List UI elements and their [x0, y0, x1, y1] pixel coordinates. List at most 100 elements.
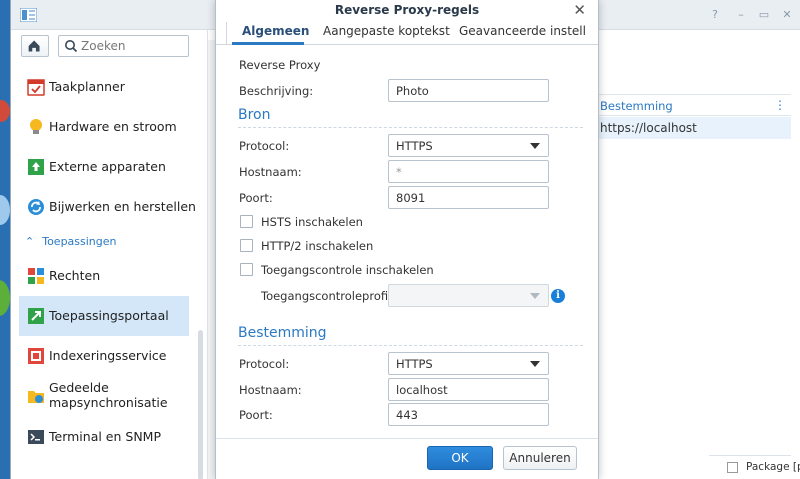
sidebar-item-label: Externe apparaten: [49, 159, 166, 174]
sidebar-item-taakplanner[interactable]: Taakplanner: [19, 67, 189, 107]
destination-cell: https://localhost: [600, 121, 697, 135]
dropdown-arrow-icon: [530, 143, 540, 149]
chevron-up-icon: ⌃: [25, 235, 35, 248]
tab-divider: [226, 22, 227, 44]
help-icon[interactable]: ?: [708, 9, 722, 21]
destination-port-input[interactable]: 443: [388, 403, 549, 426]
hsts-label: HSTS inschakelen: [261, 215, 363, 229]
search-field[interactable]: [58, 35, 189, 57]
desktop-icon: [0, 100, 10, 122]
sidebar-item-hardware[interactable]: Hardware en stroom: [19, 107, 189, 147]
ok-button[interactable]: OK: [427, 446, 493, 470]
refresh-icon: [28, 199, 44, 215]
lightbulb-icon: [30, 119, 42, 134]
table-row[interactable]: https://localhost: [588, 117, 791, 139]
description-input[interactable]: Photo: [388, 79, 549, 102]
dialog-close-icon[interactable]: ✕: [573, 2, 586, 18]
minimize-icon[interactable]: –: [734, 9, 748, 21]
sidebar-item-application-portal[interactable]: Toepassingsportaal: [19, 296, 189, 336]
sidebar-item-label: Bijwerken en herstellen: [49, 199, 196, 214]
terminal-icon: [28, 430, 44, 444]
desktop-icon: [0, 280, 10, 316]
description-label: Beschrijving:: [239, 84, 314, 98]
source-section-title: Bron: [238, 107, 271, 123]
upload-device-icon: [28, 159, 44, 175]
info-icon[interactable]: i: [551, 289, 565, 303]
folder-sync-icon: [28, 391, 44, 403]
destination-hostname-value: localhost: [396, 383, 448, 397]
tab-advanced-settings[interactable]: Geavanceerde instellingen: [459, 24, 585, 38]
destination-port-value: 443: [396, 408, 418, 422]
home-button[interactable]: [21, 35, 49, 57]
tab-custom-header[interactable]: Aangepaste koptekst: [323, 24, 450, 38]
http2-label: HTTP/2 inschakelen: [261, 239, 374, 253]
sidebar-item-label: Gedeelde mapsynchronisatie: [49, 380, 168, 410]
dropdown-arrow-icon: [530, 361, 540, 367]
section-divider: [238, 345, 583, 346]
source-protocol-value: HTTPS: [396, 139, 433, 153]
sidebar-scrollbar[interactable]: [198, 330, 203, 479]
column-menu-icon[interactable]: ⋮: [774, 98, 786, 112]
sidebar-item-label: Hardware en stroom: [49, 119, 177, 134]
destination-protocol-select[interactable]: HTTPS: [388, 352, 549, 375]
source-hostname-value: *: [396, 165, 402, 179]
dropdown-arrow-icon: [530, 293, 540, 299]
cancel-button[interactable]: Annuleren: [503, 446, 577, 470]
desktop-icon: [0, 195, 10, 225]
source-hostname-label: Hostnaam:: [239, 165, 302, 179]
sidebar-item-external-devices[interactable]: Externe apparaten: [19, 147, 189, 187]
tab-general[interactable]: Algemeen: [242, 24, 309, 38]
sidebar-item-label: Taakplanner: [49, 79, 125, 94]
package-row: Package [pl: [709, 455, 800, 479]
search-icon: [65, 40, 78, 53]
column-label: Bestemming: [600, 99, 673, 113]
package-checkbox[interactable]: [727, 462, 738, 473]
control-panel-app-icon: [20, 8, 37, 22]
search-input[interactable]: [81, 38, 186, 54]
indexing-icon: [28, 348, 44, 364]
maximize-icon[interactable]: ▭: [757, 9, 771, 21]
portal-arrow-icon: [28, 308, 44, 324]
dialog-title: Reverse Proxy-regels: [334, 3, 480, 17]
close-icon[interactable]: ✕: [780, 9, 794, 21]
access-control-label: Toegangscontrole inschakelen: [261, 263, 434, 277]
source-protocol-select[interactable]: HTTPS: [388, 134, 549, 157]
destination-protocol-value: HTTPS: [396, 357, 433, 371]
destination-hostname-input[interactable]: localhost: [388, 378, 549, 401]
package-label: Package [pl: [746, 461, 800, 473]
sidebar-item-label: Terminal en SNMP: [49, 429, 161, 444]
sidebar-item-label: Indexeringsservice: [49, 348, 167, 363]
sidebar-item-terminal-snmp[interactable]: Terminal en SNMP: [19, 417, 189, 457]
home-icon: [28, 40, 40, 52]
sidebar: Taakplanner Hardware en stroom Externe a…: [11, 30, 208, 479]
sidebar-item-shared-folder-sync[interactable]: Gedeelde mapsynchronisatie: [19, 376, 189, 416]
section-label: Toepassingen: [42, 235, 117, 248]
http2-checkbox[interactable]: [240, 239, 253, 252]
dialog-tabs: Algemeen Aangepaste koptekst Geavanceerd…: [216, 20, 598, 45]
footer-divider: [216, 438, 598, 439]
source-port-input[interactable]: 8091: [388, 186, 549, 209]
source-protocol-label: Protocol:: [239, 139, 290, 153]
sidebar-item-indexing[interactable]: Indexeringsservice: [19, 336, 189, 376]
permissions-grid-icon: [28, 268, 44, 284]
source-port-label: Poort:: [239, 191, 273, 205]
destination-port-label: Poort:: [239, 408, 273, 422]
destination-section-title: Bestemming: [238, 325, 327, 341]
source-port-value: 8091: [396, 191, 426, 205]
sidebar-item-permissions[interactable]: Rechten: [19, 256, 189, 296]
description-value: Photo: [396, 84, 429, 98]
access-control-checkbox[interactable]: [240, 263, 253, 276]
access-profile-select[interactable]: [388, 284, 549, 307]
reverse-proxy-dialog: Reverse Proxy-regels ✕ Algemeen Aangepas…: [215, 0, 599, 479]
section-divider: [238, 127, 583, 128]
destination-column-header: Bestemming ⋮: [588, 94, 791, 116]
sidebar-item-label: Rechten: [49, 268, 101, 283]
desktop-background: [0, 0, 10, 479]
active-tab-indicator: [232, 42, 304, 45]
sidebar-item-update-restore[interactable]: Bijwerken en herstellen: [19, 187, 196, 227]
destination-protocol-label: Protocol:: [239, 357, 290, 371]
access-profile-label: Toegangscontroleprofiel:: [261, 289, 403, 303]
hsts-checkbox[interactable]: [240, 215, 253, 228]
source-hostname-input[interactable]: *: [388, 160, 549, 183]
sidebar-section-applications[interactable]: ⌃ Toepassingen: [25, 235, 117, 248]
